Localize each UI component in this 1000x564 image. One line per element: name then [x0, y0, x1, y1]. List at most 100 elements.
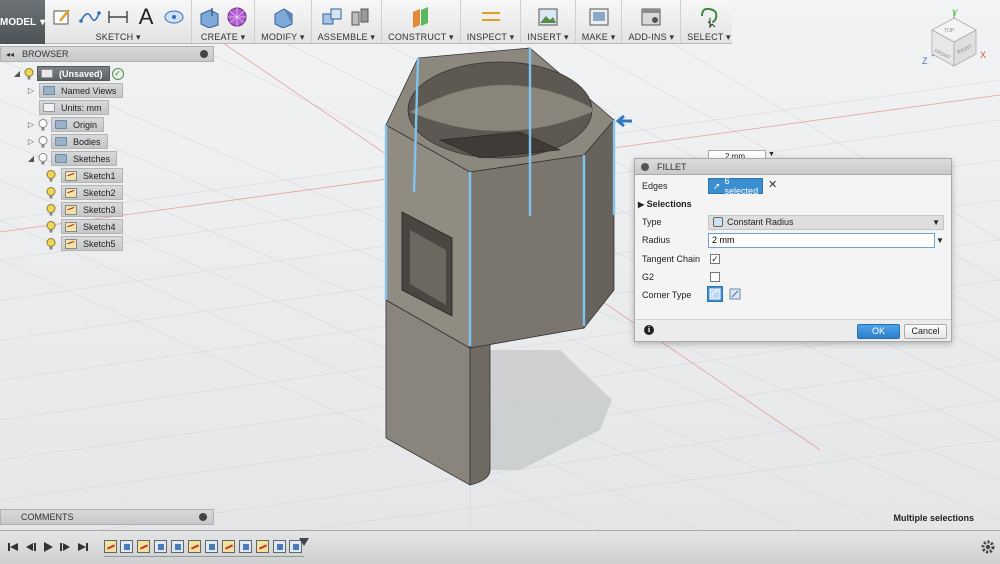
insert-image-icon[interactable] — [537, 6, 559, 28]
radius-canvas-caret[interactable]: ▼ — [768, 151, 775, 158]
sketch-item[interactable]: Sketch5 — [44, 236, 123, 251]
step-back-button[interactable] — [24, 540, 38, 554]
timeline-sketch-feature[interactable] — [104, 540, 117, 553]
toolbar-group-inspect[interactable]: INSPECT ▾ — [461, 0, 522, 43]
spline-icon[interactable] — [79, 6, 101, 28]
sketch-item[interactable]: Sketch4 — [44, 219, 123, 234]
expand-triangle-icon[interactable]: ◢ — [26, 154, 36, 163]
clear-selection-icon[interactable]: ✕ — [768, 178, 777, 191]
corner-rolling-ball-button[interactable] — [707, 286, 723, 302]
measure-icon[interactable] — [480, 6, 502, 28]
root-document-chip[interactable]: (Unsaved) — [37, 66, 110, 81]
text-icon[interactable]: A — [135, 4, 157, 29]
browser-item-named-views[interactable]: ▷ Named Views — [26, 83, 124, 98]
browser-chip[interactable]: Sketch1 — [61, 168, 123, 183]
tangent-chain-checkbox[interactable]: ✓ — [710, 254, 720, 264]
toolbar-group-select[interactable]: SELECT ▾ — [681, 0, 736, 43]
go-to-end-button[interactable] — [76, 540, 90, 554]
selections-label[interactable]: ▶ Selections — [638, 199, 692, 209]
browser-item-origin[interactable]: ▷ Origin — [26, 117, 105, 132]
visibility-bulb-icon[interactable] — [38, 135, 48, 148]
new-component-icon[interactable] — [321, 6, 343, 28]
timeline-extrude-feature[interactable] — [171, 540, 184, 553]
type-dropdown[interactable]: Constant Radius ▼ — [708, 214, 944, 230]
browser-chip[interactable]: Sketches — [51, 151, 118, 166]
timeline-sketch-feature[interactable] — [222, 540, 235, 553]
toolbar-group-assemble[interactable]: ASSEMBLE ▾ — [312, 0, 383, 43]
toolbar-group-modify[interactable]: MODIFY ▾ — [255, 0, 312, 43]
scripts-icon[interactable] — [640, 6, 662, 28]
activate-component-icon[interactable]: ✓ — [111, 67, 124, 80]
visibility-bulb-icon[interactable] — [46, 203, 56, 216]
3d-print-icon[interactable] — [588, 6, 610, 28]
timeline-extrude-feature[interactable] — [120, 540, 133, 553]
radius-input[interactable] — [708, 232, 935, 248]
timeline-sketch-feature[interactable] — [256, 540, 269, 553]
browser-chip[interactable]: Named Views — [39, 83, 124, 98]
pin-icon[interactable] — [199, 513, 207, 521]
dialog-collapse-icon[interactable] — [641, 162, 649, 171]
press-pull-icon[interactable] — [272, 6, 294, 28]
visibility-bulb-icon[interactable] — [46, 186, 56, 199]
gear-icon[interactable] — [980, 539, 996, 555]
toolbar-group-add-ins[interactable]: ADD-INS ▾ — [622, 0, 682, 43]
browser-chip[interactable]: Sketch2 — [61, 185, 123, 200]
browser-item-sketches[interactable]: ◢ Sketches — [26, 151, 118, 166]
sketch-item[interactable]: Sketch3 — [44, 202, 123, 217]
browser-chip[interactable]: Origin — [51, 117, 105, 132]
chevron-down-icon[interactable]: ▼ — [936, 236, 944, 245]
browser-panel-header[interactable]: ◂◂ BROWSER — [0, 46, 214, 62]
browser-chip[interactable]: Sketch5 — [61, 236, 123, 251]
browser-item-units[interactable]: Units: mm — [36, 100, 109, 115]
timeline-extrude-feature[interactable] — [154, 540, 167, 553]
go-to-start-button[interactable] — [6, 540, 20, 554]
pin-icon[interactable] — [200, 50, 208, 58]
expand-triangle-icon[interactable]: ◢ — [12, 69, 22, 78]
browser-chip[interactable]: Sketch3 — [61, 202, 123, 217]
visibility-bulb-icon[interactable] — [46, 220, 56, 233]
step-forward-button[interactable] — [58, 540, 72, 554]
workspace-switcher[interactable]: MODEL ▾ — [0, 0, 46, 44]
toolbar-group-make[interactable]: MAKE ▾ — [576, 0, 623, 43]
timeline-extrude-feature[interactable] — [239, 540, 252, 553]
extrude-icon[interactable] — [198, 6, 220, 28]
visibility-bulb-icon[interactable] — [46, 169, 56, 182]
joint-icon[interactable] — [349, 6, 371, 28]
browser-chip[interactable]: Bodies — [51, 134, 108, 149]
browser-root-node[interactable]: ◢ (Unsaved) ✓ — [12, 66, 124, 81]
visibility-bulb-icon[interactable] — [38, 152, 48, 165]
corner-setback-button[interactable] — [727, 286, 743, 302]
view-cube[interactable]: Y Z X TOP FRONT RIGHT — [918, 4, 998, 76]
toolbar-group-create[interactable]: CREATE ▾ — [192, 0, 256, 43]
toolbar-group-insert[interactable]: INSERT ▾ — [521, 0, 576, 43]
browser-chip[interactable]: Sketch4 — [61, 219, 123, 234]
toolbar-group-sketch[interactable]: A SKETCH ▾ — [45, 0, 193, 43]
visibility-bulb-icon[interactable] — [46, 237, 56, 250]
timeline-extrude-feature[interactable] — [205, 540, 218, 553]
g2-checkbox[interactable] — [710, 272, 720, 282]
comments-panel-header[interactable]: COMMENTS — [0, 509, 214, 525]
project-icon[interactable] — [163, 6, 185, 28]
timeline-sketch-feature[interactable] — [137, 540, 150, 553]
timeline-extrude-feature[interactable] — [273, 540, 286, 553]
fillet-dialog-header[interactable]: FILLET — [635, 159, 951, 175]
edges-selection-chip[interactable]: ➚ 6 selected — [708, 176, 763, 196]
expand-triangle-icon[interactable]: ▷ — [26, 86, 36, 95]
sketch-item[interactable]: Sketch2 — [44, 185, 123, 200]
ok-button[interactable]: OK — [857, 324, 900, 339]
sketch-item[interactable]: Sketch1 — [44, 168, 123, 183]
visibility-bulb-icon[interactable] — [24, 67, 34, 80]
offset-plane-icon[interactable] — [410, 6, 432, 28]
timeline-sketch-feature[interactable] — [188, 540, 201, 553]
visibility-bulb-icon[interactable] — [38, 118, 48, 131]
browser-chip[interactable]: Units: mm — [39, 100, 109, 115]
expand-triangle-icon[interactable]: ▷ — [26, 137, 36, 146]
select-icon[interactable] — [698, 6, 720, 28]
play-button[interactable] — [41, 540, 55, 554]
expand-triangle-icon[interactable]: ▷ — [26, 120, 36, 129]
timeline-marker[interactable] — [299, 538, 309, 546]
info-icon[interactable]: i — [644, 325, 654, 335]
dimension-icon[interactable] — [107, 6, 129, 28]
toolbar-group-construct[interactable]: CONSTRUCT ▾ — [382, 0, 461, 43]
create-sketch-icon[interactable] — [51, 6, 73, 28]
